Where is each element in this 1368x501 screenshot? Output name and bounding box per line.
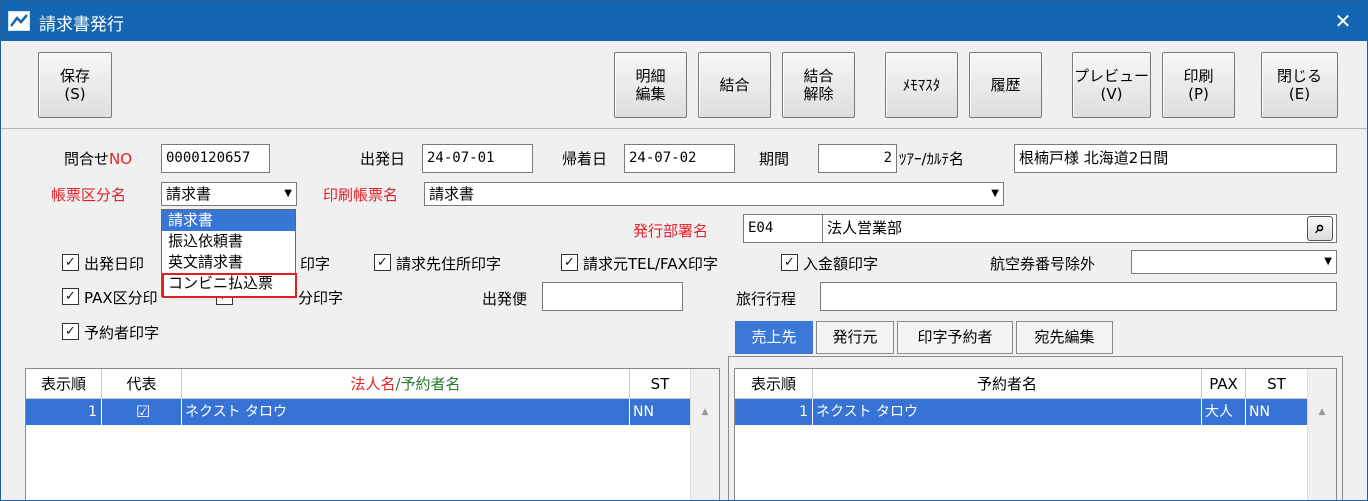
merge-button[interactable]: 結合 [698,52,771,118]
doc-type-label: 帳票区分名 [51,186,127,204]
print-address-checkbox[interactable]: ✓ [374,254,391,271]
tour-name-label: ﾂｱｰ/ｶﾙﾃ名 [899,150,965,168]
dept-code-field[interactable]: E04 [743,214,823,243]
depart-date-field[interactable]: 24-07-01 [422,144,533,173]
itinerary-label: 旅行行程 [736,290,797,308]
print-form-select[interactable]: 請求書 ▼ [424,182,1004,206]
representative-checkbox[interactable]: ☑ [102,399,182,425]
scroll-up-icon[interactable]: ▲ [691,407,719,417]
close-button[interactable]: 閉じる (E) [1261,52,1338,118]
unmerge-button[interactable]: 結合 解除 [782,52,855,118]
window-title: 請求書発行 [39,15,124,35]
doc-type-value: 請求書 [166,185,212,203]
highlight-box [162,273,297,298]
header-red-part: 法人名 [350,375,396,393]
row-st-cell[interactable]: NN [1246,399,1308,425]
inquiry-no-text: NO [109,150,133,168]
print-tel-fax-label: 請求元TEL/FAX印字 [583,255,718,273]
print-depart-label-tail: 印字 [300,255,331,273]
return-date-label: 帰着日 [562,150,608,168]
print-class-label-tail: 分印字 [298,289,344,307]
period-label: 期間 [759,150,790,168]
row-order-cell[interactable]: 1 [735,399,813,425]
period-field[interactable]: 2 [818,144,897,173]
row-st-cell[interactable]: NN [630,399,691,425]
itinerary-field[interactable] [820,282,1337,311]
column-header[interactable]: 表示順 [735,369,813,399]
tab-sales-destination[interactable]: 売上先 [735,321,813,354]
history-button[interactable]: 履歴 [969,52,1042,118]
edit-details-button[interactable]: 明細 編集 [614,52,687,118]
right-grid: 表示順 予約者名 PAX ST 1 ネクスト タロウ 大人 NN ▲ [734,368,1337,500]
column-header[interactable]: 表示順 [26,369,102,399]
flight-label: 出発便 [482,290,528,308]
inquiry-label-text: 問合せ [64,150,110,168]
column-header[interactable]: 代表 [102,369,182,399]
save-button[interactable]: 保存 (S) [38,52,112,118]
print-amount-checkbox[interactable]: ✓ [781,254,798,271]
row-pax-cell[interactable]: 大人 [1202,399,1246,425]
left-grid-scrollbar[interactable]: ▲ [690,369,719,500]
title-bar: 請求書発行 ✕ [1,1,1367,41]
tab-issuer[interactable]: 発行元 [816,321,894,354]
print-amount-label: 入金額印字 [803,255,879,273]
dept-name-field[interactable]: 法人営業部 [822,214,1337,243]
tab-print-booker[interactable]: 印字予約者 [897,321,1013,354]
search-icon[interactable]: ⌕ [1307,216,1333,241]
toolbar: 保存 (S) 明細 編集 結合 結合 解除 ﾒﾓﾏｽﾀ 履歴 プレビュー (V)… [1,41,1367,129]
ticket-exclude-label: 航空券番号除外 [990,255,1096,273]
inquiry-number-field[interactable]: 0000120657 [161,144,270,173]
print-booker-checkbox[interactable]: ✓ [62,323,79,340]
chevron-down-icon: ▼ [284,188,292,199]
print-button[interactable]: 印刷 (P) [1162,52,1235,118]
row-name-cell[interactable]: ネクスト タロウ [813,399,1202,425]
tour-name-field[interactable]: 根楠戸様 北海道2日間 [1014,144,1337,173]
print-address-label: 請求先住所印字 [396,255,502,273]
dropdown-item-transfer-request[interactable]: 振込依頼書 [162,231,295,252]
column-header[interactable]: ST [630,369,691,399]
print-depart-label: 出発日印 [84,255,145,273]
preview-button[interactable]: プレビュー (V) [1072,52,1151,118]
tab-address-edit[interactable]: 宛先編集 [1016,321,1113,354]
depart-date-label: 出発日 [360,150,406,168]
dropdown-item-english-invoice[interactable]: 英文請求書 [162,252,295,273]
return-date-field[interactable]: 24-07-02 [624,144,735,173]
doc-type-select[interactable]: 請求書 ▼ [161,182,297,206]
header-green-part: /予約者名 [395,375,461,393]
column-header[interactable]: 予約者名 [813,369,1202,399]
memo-master-button[interactable]: ﾒﾓﾏｽﾀ [885,52,958,118]
scroll-up-icon[interactable]: ▲ [1308,407,1336,417]
print-tel-fax-checkbox[interactable]: ✓ [561,254,578,271]
flight-field[interactable] [542,282,683,311]
print-booker-label: 予約者印字 [84,324,160,342]
right-grid-scrollbar[interactable]: ▲ [1307,369,1336,500]
row-name-cell[interactable]: ネクスト タロウ [182,399,630,425]
print-pax-checkbox[interactable]: ✓ [62,288,79,305]
column-header[interactable]: 法人名/予約者名 [182,369,630,399]
inquiry-label: 問合せNO [64,148,132,169]
print-depart-checkbox[interactable]: ✓ [62,254,79,271]
column-header[interactable]: ST [1246,369,1308,399]
issuing-dept-label: 発行部署名 [633,222,709,240]
chevron-down-icon: ▼ [991,188,999,199]
invoice-window: 請求書発行 ✕ 保存 (S) 明細 編集 結合 結合 解除 ﾒﾓﾏｽﾀ 履歴 プ… [0,0,1368,501]
app-icon [8,11,30,31]
ticket-exclude-select[interactable]: ▼ [1131,250,1337,274]
print-form-label: 印刷帳票名 [323,186,399,204]
left-grid: 表示順 代表 法人名/予約者名 ST 1 ☑ ネクスト タロウ NN ▲ [25,368,720,500]
close-icon[interactable]: ✕ [1329,7,1357,35]
dropdown-item-invoice[interactable]: 請求書 [162,210,295,231]
print-form-value: 請求書 [429,185,475,203]
column-header[interactable]: PAX [1202,369,1246,399]
chevron-down-icon: ▼ [1324,256,1332,267]
print-pax-label: PAX区分印 [84,289,158,307]
row-order-cell[interactable]: 1 [26,399,102,425]
